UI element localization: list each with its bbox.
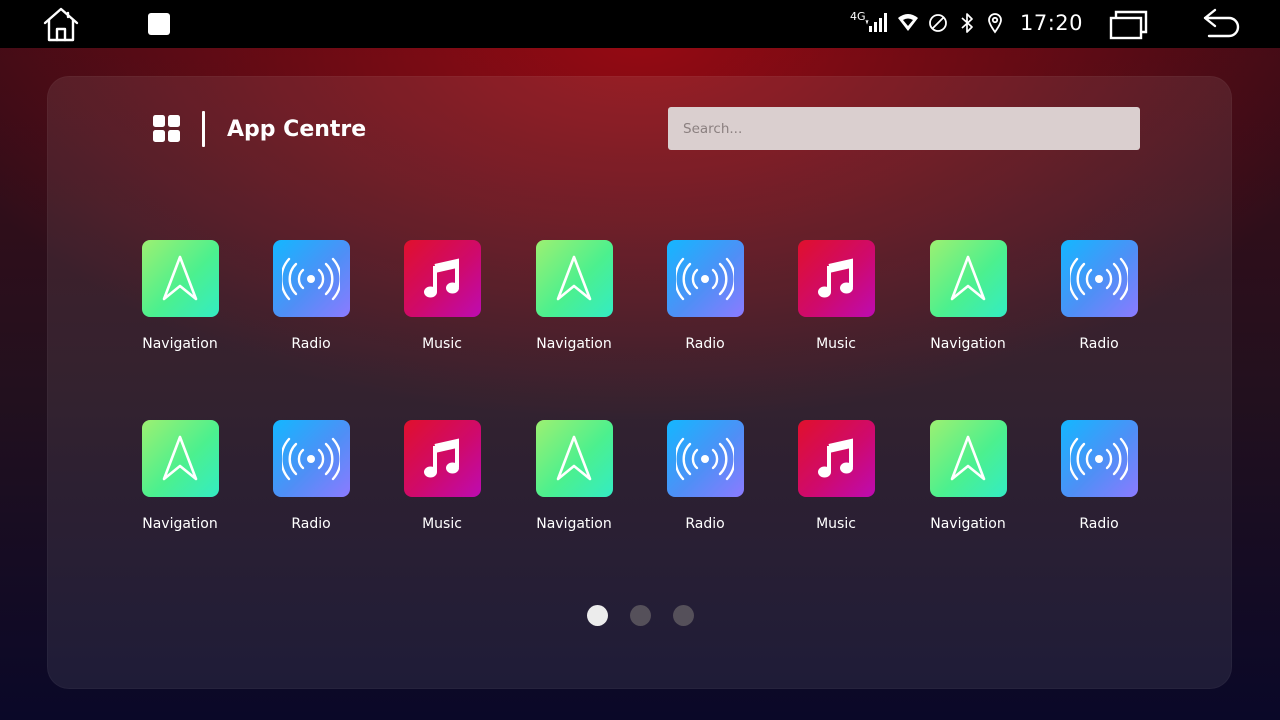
cellular-signal-icon [865,13,887,32]
app-label: Radio [291,336,331,352]
app-icon[interactable] [141,240,219,317]
app-icon[interactable] [797,420,875,497]
app-icon[interactable] [666,420,744,497]
radio-broadcast-icon [282,257,340,300]
app-tile[interactable]: Radio [650,240,760,352]
app-icon[interactable] [272,240,350,317]
status-bar: 4G 17:20 [0,0,1280,48]
app-label: Navigation [536,516,612,532]
app-label: Music [422,336,462,352]
app-label: Navigation [930,336,1006,352]
header-divider [202,111,205,147]
page-dot[interactable] [673,605,694,626]
app-tile[interactable]: Radio [1044,420,1154,532]
app-icon[interactable] [535,420,613,497]
music-note-icon [818,437,853,477]
navigation-arrow-icon [950,255,986,300]
app-tile[interactable]: Navigation [913,240,1023,352]
app-label: Navigation [536,336,612,352]
wifi-indicator [896,12,920,34]
do-not-disturb-icon [929,14,947,32]
app-label: Radio [1079,516,1119,532]
app-icon[interactable] [929,240,1007,317]
app-tile[interactable]: Music [781,240,891,352]
app-label: Radio [1079,336,1119,352]
app-label: Radio [685,336,725,352]
app-tile[interactable]: Radio [256,420,366,532]
radio-broadcast-icon [1070,257,1128,300]
app-tile[interactable]: Music [387,420,497,532]
wifi-icon [898,14,918,31]
radio-broadcast-icon [676,437,734,480]
panel-header: App Centre [153,109,366,149]
app-label: Navigation [142,516,218,532]
radio-broadcast-icon [282,437,340,480]
app-icon[interactable] [272,420,350,497]
network-indicator: 4G [849,10,889,34]
app-icon[interactable] [403,420,481,497]
music-note-icon [818,257,853,297]
app-tile[interactable]: Navigation [519,420,629,532]
app-centre-panel: App Centre Navigation Radio Music Naviga… [47,76,1232,689]
bluetooth-indicator [958,12,976,34]
square-icon [148,13,170,35]
app-label: Navigation [142,336,218,352]
app-tile[interactable]: Navigation [125,420,235,532]
multi-window-icon [1109,10,1148,40]
page-dot[interactable] [587,605,608,626]
navigation-arrow-icon [162,255,198,300]
app-icon[interactable] [929,420,1007,497]
app-label: Music [816,516,856,532]
app-icon[interactable] [141,420,219,497]
page-dot[interactable] [630,605,651,626]
clock: 17:20 [1020,11,1084,35]
search-input[interactable] [668,107,1140,150]
app-tile[interactable]: Radio [650,420,760,532]
page-indicator [587,605,716,626]
navigation-arrow-icon [556,255,592,300]
app-icon[interactable] [1060,240,1138,317]
app-label: Music [422,516,462,532]
app-tile[interactable]: Radio [256,240,366,352]
app-tile[interactable]: Navigation [125,240,235,352]
location-indicator [986,12,1004,34]
app-label: Music [816,336,856,352]
app-tile[interactable]: Navigation [913,420,1023,532]
dnd-indicator [928,13,948,33]
app-tile[interactable]: Music [387,240,497,352]
navigation-arrow-icon [556,435,592,480]
app-label: Radio [291,516,331,532]
app-tile[interactable]: Navigation [519,240,629,352]
multi-window-button[interactable] [1106,8,1150,40]
app-label: Radio [685,516,725,532]
app-icon[interactable] [797,240,875,317]
music-note-icon [424,437,459,477]
app-tile[interactable]: Music [781,420,891,532]
home-icon [43,7,79,42]
recent-apps-button[interactable] [146,11,172,37]
music-note-icon [424,257,459,297]
navigation-arrow-icon [162,435,198,480]
app-label: Navigation [930,516,1006,532]
navigation-arrow-icon [950,435,986,480]
app-icon[interactable] [1060,420,1138,497]
radio-broadcast-icon [676,257,734,300]
app-tile[interactable]: Radio [1044,240,1154,352]
page-title: App Centre [227,116,367,142]
app-icon[interactable] [666,240,744,317]
back-button[interactable] [1198,7,1244,41]
app-grid-icon [153,115,181,143]
back-arrow-icon [1203,8,1240,38]
home-button[interactable] [40,5,82,43]
app-icon[interactable] [403,240,481,317]
app-icon[interactable] [535,240,613,317]
bluetooth-icon [961,13,973,33]
location-pin-icon [988,13,1002,34]
radio-broadcast-icon [1070,437,1128,480]
